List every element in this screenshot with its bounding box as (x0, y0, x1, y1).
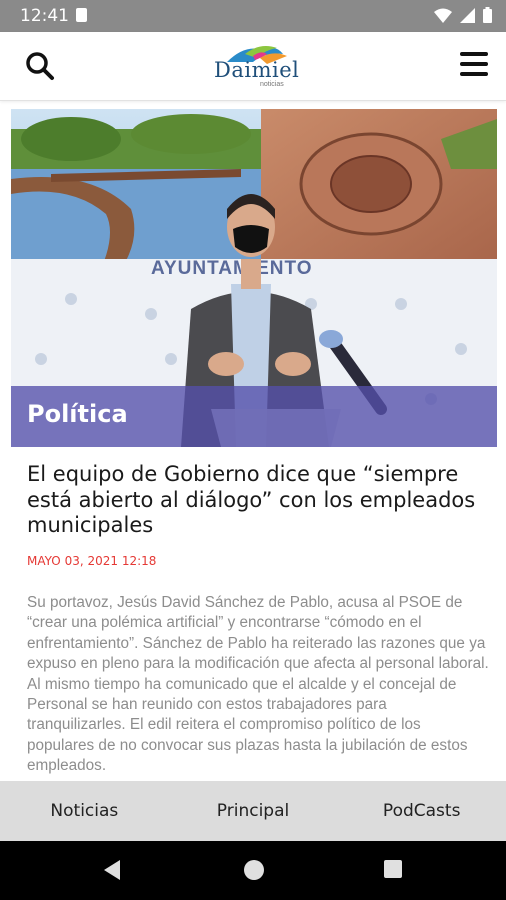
category-band: Política (11, 386, 497, 447)
home-icon[interactable] (243, 859, 265, 881)
status-time: 12:41 (20, 6, 69, 26)
recents-icon[interactable] (383, 859, 403, 879)
tab-noticias[interactable]: Noticias (0, 781, 169, 841)
logo-subtitle: noticias (260, 81, 284, 88)
system-navigation-bar (0, 841, 506, 900)
logo-text: Daimiel (214, 58, 300, 82)
article-excerpt: Su portavoz, Jesús David Sánchez de Pabl… (27, 594, 489, 775)
backdrop-signage-text: AYUNTAMIENTO (151, 258, 313, 279)
app-header: Daimiel noticias (0, 32, 506, 101)
sd-card-icon (76, 8, 87, 22)
menu-button[interactable] (460, 52, 488, 78)
battery-icon (483, 7, 492, 23)
bottom-navigation: Noticias Principal PodCasts (0, 781, 506, 841)
article-date: MAYO 03, 2021 12:18 (27, 554, 157, 568)
status-bar: 12:41 (0, 0, 506, 32)
search-icon (26, 52, 54, 80)
back-icon[interactable] (102, 859, 122, 881)
article-hero-image[interactable]: AYUNTAMIENTO Política (11, 109, 497, 447)
category-label[interactable]: Política (27, 400, 128, 428)
search-button[interactable] (22, 48, 58, 84)
article-headline[interactable]: El equipo de Gobierno dice que “siempre … (27, 462, 487, 539)
tab-principal[interactable]: Principal (169, 781, 338, 841)
status-icons (434, 7, 492, 23)
daimiel-logo[interactable]: Daimiel noticias (205, 40, 301, 92)
hamburger-menu-icon (460, 52, 488, 76)
signal-icon (460, 7, 475, 23)
wifi-icon (434, 8, 452, 23)
tab-podcasts[interactable]: PodCasts (337, 781, 506, 841)
